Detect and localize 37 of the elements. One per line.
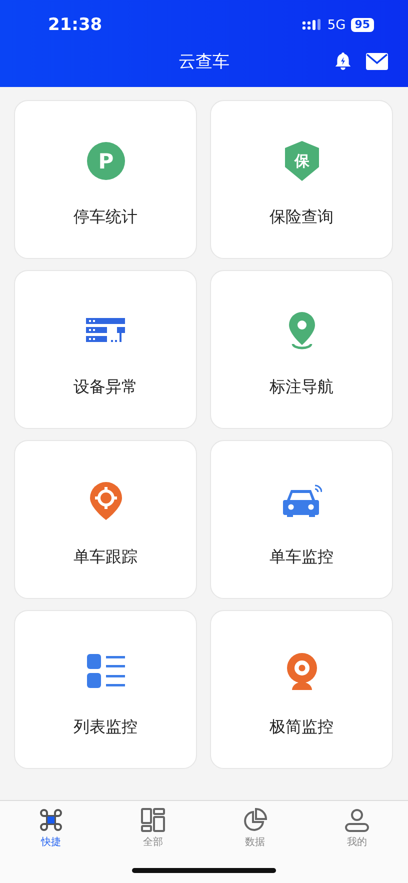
tile-label: 单车监控 — [270, 547, 334, 568]
webcam-icon — [284, 652, 318, 690]
location-pin-icon — [286, 311, 316, 351]
menu-tile[interactable]: 列表监控 — [14, 610, 197, 769]
command-icon — [39, 808, 63, 832]
list-icon — [86, 654, 124, 688]
parking-icon: P — [86, 141, 126, 181]
tile-label: 保险查询 — [270, 207, 334, 228]
shield-icon: 保 — [284, 141, 320, 181]
tile-label: 停车统计 — [74, 207, 138, 228]
menu-tile[interactable]: 单车跟踪 — [14, 440, 197, 599]
battery-level: 95 — [350, 18, 374, 32]
server-icon — [86, 318, 126, 344]
menu-tile[interactable]: 标注导航 — [210, 270, 393, 429]
menu-tile[interactable]: 单车监控 — [210, 440, 393, 599]
dashboard-icon — [141, 808, 165, 832]
tile-label: 标注导航 — [270, 377, 334, 398]
app-title: 云查车 — [178, 50, 230, 72]
tab-item[interactable]: 快捷 — [0, 801, 102, 883]
car-icon — [282, 483, 322, 519]
menu-tile[interactable]: 设备异常 — [14, 270, 197, 429]
menu-tile[interactable]: 极简监控 — [210, 610, 393, 769]
person-icon — [345, 808, 369, 832]
bell-icon[interactable] — [333, 51, 353, 71]
mail-icon[interactable] — [366, 52, 388, 70]
tile-label: 极简监控 — [270, 717, 334, 738]
location-target-icon — [88, 481, 122, 521]
tile-label: 单车跟踪 — [74, 547, 138, 568]
tab-item[interactable]: 数据 — [204, 801, 306, 883]
tile-label: 列表监控 — [74, 717, 138, 738]
network-label: 5G — [327, 18, 346, 32]
pie-chart-icon — [243, 808, 267, 832]
tile-label: 设备异常 — [74, 377, 138, 398]
status-time: 21:38 — [48, 15, 102, 35]
menu-tile[interactable]: 保 保险查询 — [210, 100, 393, 259]
signal-icon — [302, 19, 322, 31]
menu-tile[interactable]: P 停车统计 — [14, 100, 197, 259]
